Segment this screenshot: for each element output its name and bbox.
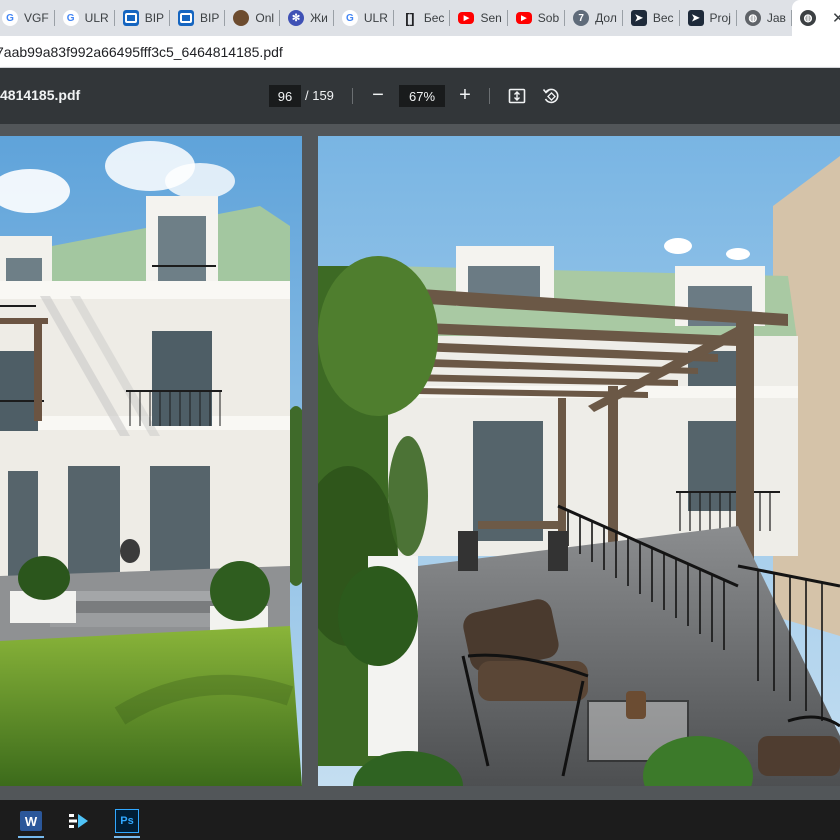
- pdf-toolbar: 4814185.pdf 96 / 159 − 67% +: [0, 68, 840, 124]
- google-g-icon: G: [341, 10, 358, 26]
- tab-label: Sob: [537, 11, 560, 25]
- windows-taskbar: W Ps: [0, 800, 840, 840]
- word-icon-letter: W: [24, 813, 38, 829]
- tab-label: Жи: [310, 11, 328, 25]
- taskbar-app-button[interactable]: [60, 804, 98, 838]
- photoshop-icon-letters: Ps: [120, 815, 134, 827]
- villa-facade-rendering: [0, 136, 302, 786]
- tab-label: VGF: [24, 11, 49, 25]
- coin-icon: [233, 10, 250, 26]
- address-bar[interactable]: 7aab99a83f992a66495fff3c5_6464814185.pdf: [0, 36, 840, 68]
- tab-label: Onl: [255, 11, 275, 25]
- close-tab-icon[interactable]: ✕: [832, 9, 840, 27]
- google-g-icon: G: [62, 10, 79, 26]
- page-number-input[interactable]: 96: [269, 85, 301, 107]
- zoom-out-button[interactable]: −: [365, 82, 391, 108]
- browser-tab[interactable]: ▶ Sob: [508, 0, 566, 36]
- url-text[interactable]: 7aab99a83f992a66495fff3c5_6464814185.pdf: [0, 44, 283, 60]
- crest-icon: ✻: [288, 10, 305, 26]
- tab-label: BIP: [200, 11, 220, 25]
- browser-tab[interactable]: [] Бес: [394, 0, 451, 36]
- arrow-app-icon: [69, 814, 88, 828]
- browser-tab-strip: G VGF G ULR BIP BIP Onl ✻ Жи G ULR [] Бе…: [0, 0, 840, 36]
- browser-tab[interactable]: ➤ Bec: [623, 0, 680, 36]
- browser-tab[interactable]: G VGF: [0, 0, 55, 36]
- browser-tab[interactable]: ✻ Жи: [280, 0, 334, 36]
- youtube-icon: ▶: [515, 12, 532, 24]
- bip-icon: [122, 10, 139, 26]
- tab-label: BIP: [144, 11, 165, 25]
- document-title: 4814185.pdf: [0, 87, 81, 103]
- globe-icon: ◍: [799, 10, 816, 26]
- bracket-icon: []: [405, 10, 415, 26]
- tab-label: ULR: [84, 11, 109, 25]
- browser-tab[interactable]: BIP: [170, 0, 226, 36]
- browser-tab[interactable]: Onl: [225, 0, 280, 36]
- tab-label: Jaв: [766, 11, 786, 25]
- tab-label: Бес: [423, 11, 445, 25]
- active-app-indicator: [114, 836, 140, 838]
- seven-icon: 7: [573, 10, 590, 26]
- photoshop-icon: Ps: [115, 809, 139, 833]
- toolbar-divider: [352, 88, 353, 104]
- google-g-icon: G: [2, 10, 18, 26]
- pdf-viewer[interactable]: [0, 124, 840, 800]
- browser-tab[interactable]: ◍ Jaв: [737, 0, 793, 36]
- taskbar-photoshop-button[interactable]: Ps: [108, 804, 146, 838]
- tab-label: Bec: [652, 11, 674, 25]
- terrace-pergola-image: [318, 136, 840, 786]
- toolbar-divider: [489, 88, 490, 104]
- tab-label: Дол: [595, 11, 617, 25]
- active-browser-tab[interactable]: ◍ ✕: [791, 0, 840, 36]
- youtube-icon: ▶: [458, 12, 475, 24]
- browser-tab[interactable]: BIP: [115, 0, 171, 36]
- page-total: / 159: [305, 88, 334, 103]
- zoom-in-button[interactable]: +: [452, 82, 478, 108]
- word-icon: W: [20, 811, 42, 831]
- fit-to-page-button[interactable]: [505, 84, 529, 108]
- cursor-icon: ➤: [687, 10, 704, 26]
- rotate-icon: [542, 88, 559, 104]
- browser-tab[interactable]: ▶ Sen: [450, 0, 509, 36]
- active-app-indicator: [18, 836, 44, 838]
- tab-label: Sen: [480, 11, 502, 25]
- terrace-pergola-rendering: [318, 136, 840, 786]
- globe-icon: ◍: [744, 10, 761, 26]
- rotate-button[interactable]: [539, 84, 563, 108]
- bip-icon: [178, 10, 195, 26]
- zoom-level-input[interactable]: 67%: [399, 85, 445, 107]
- taskbar-word-button[interactable]: W: [12, 804, 50, 838]
- tab-label: ULR: [363, 11, 388, 25]
- browser-tab[interactable]: G ULR: [334, 0, 394, 36]
- browser-tab[interactable]: ➤ Proj: [680, 0, 738, 36]
- tab-label: Proj: [709, 11, 731, 25]
- fit-page-icon: [508, 88, 526, 104]
- cursor-icon: ➤: [630, 10, 647, 26]
- browser-tab[interactable]: G ULR: [55, 0, 115, 36]
- villa-facade-image: [0, 136, 302, 786]
- browser-tab[interactable]: 7 Дол: [565, 0, 623, 36]
